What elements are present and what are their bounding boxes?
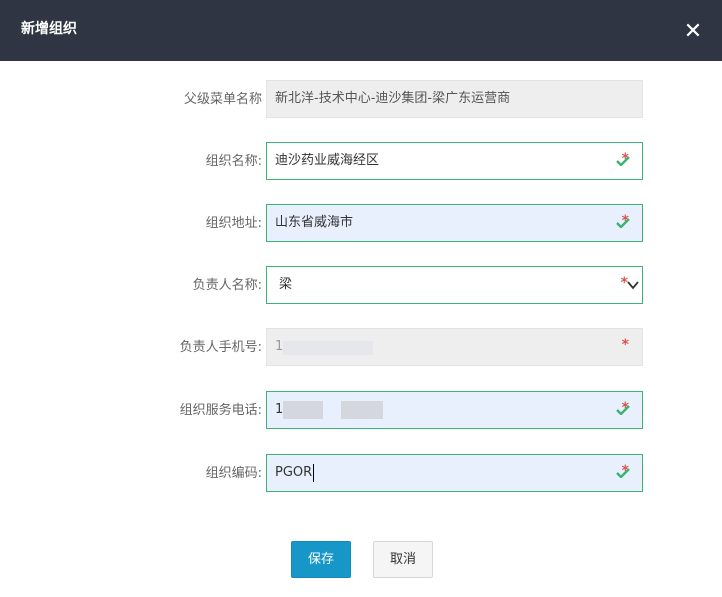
cancel-button[interactable]: 取消 [373,541,433,578]
row-parent-menu: 父级菜单名称 新北洋-技术中心-迪沙集团-梁广东运营商 [0,80,722,120]
redacted-block [283,341,373,355]
org-address-label: 组织地址: [205,216,262,231]
owner-phone-label: 负责人手机号: [179,340,262,355]
check-icon [616,405,630,415]
check-icon [616,156,630,166]
parent-menu-value: 新北洋-技术中心-迪沙集团-梁广东运营商 [275,91,511,106]
org-code-value: PGOR [275,465,313,480]
row-org-name: 组织名称: 迪沙药业威海经区 * [0,142,722,182]
row-owner-phone: 负责人手机号: 1 * [0,328,722,368]
redacted-block [283,401,323,419]
row-service-phone: 组织服务电话: 1 * [0,391,722,431]
parent-menu-field: 新北洋-技术中心-迪沙集团-梁广东运营商 [266,80,643,118]
row-org-code: 组织编码: PGOR * [0,454,722,494]
check-icon [616,218,630,228]
org-name-label: 组织名称: [205,154,262,169]
dialog-title: 新增组织 [21,21,77,37]
chevron-down-icon [627,281,639,290]
owner-name-select[interactable]: 梁 * [266,266,643,304]
save-button[interactable]: 保存 [291,541,351,578]
row-owner-name: 负责人名称: 梁 * [0,266,722,306]
owner-phone-field: 1 * [266,328,643,366]
required-mark: * [621,337,629,353]
redacted-block [341,401,383,419]
owner-name-value: 梁 [279,277,293,292]
org-address-input[interactable]: 山东省威海市 * [266,204,643,242]
org-address-value: 山东省威海市 [275,215,354,230]
parent-menu-label: 父级菜单名称 [183,92,262,107]
check-icon [616,468,630,478]
service-phone-label: 组织服务电话: [179,403,262,418]
add-organization-dialog: 新增组织 ✕ 父级菜单名称 新北洋-技术中心-迪沙集团-梁广东运营商 组织名称:… [0,0,722,597]
org-name-input[interactable]: 迪沙药业威海经区 * [266,142,643,180]
row-org-address: 组织地址: 山东省威海市 * [0,204,722,244]
org-name-value: 迪沙药业威海经区 [275,153,380,168]
dialog-header: 新增组织 ✕ [0,0,722,61]
close-icon[interactable]: ✕ [682,21,704,43]
org-code-label: 组织编码: [205,466,262,481]
owner-name-label: 负责人名称: [192,278,262,293]
text-caret [313,463,315,482]
service-phone-input[interactable]: 1 * [266,391,643,429]
org-code-input[interactable]: PGOR * [266,454,643,492]
